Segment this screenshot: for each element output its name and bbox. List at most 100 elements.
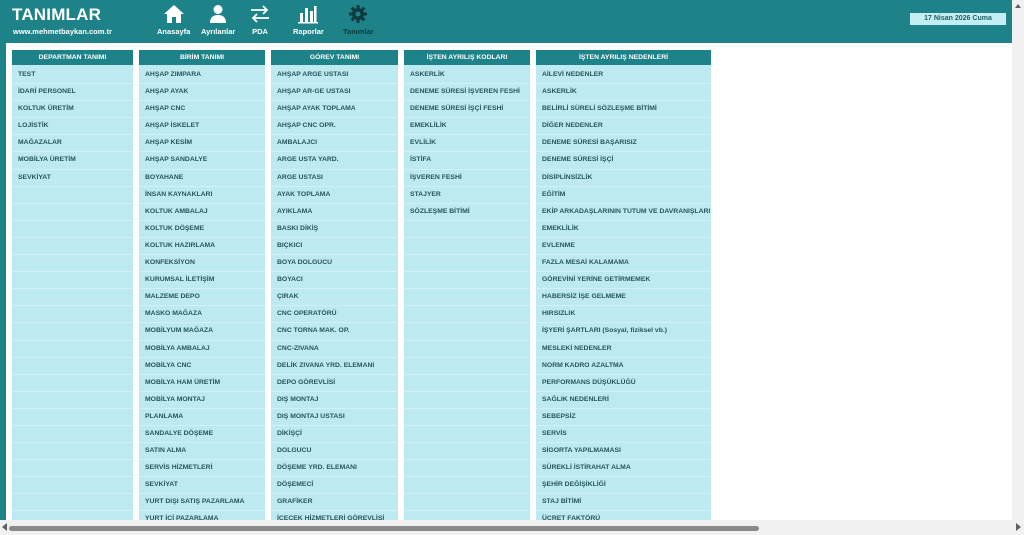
list-item[interactable]: DÖŞEME YRD. ELEMANI [271, 460, 398, 478]
empty-cell[interactable] [12, 306, 133, 324]
list-item[interactable]: BIÇKICI [271, 238, 398, 256]
nav-pda[interactable]: PDA [249, 4, 271, 40]
scroll-up-arrow-icon[interactable] [1015, 2, 1021, 18]
list-item[interactable]: STAJYER [404, 187, 530, 204]
list-item[interactable]: MASKO MAĞAZA [139, 306, 265, 324]
list-item[interactable]: KOLTUK HAZIRLAMA [139, 238, 265, 256]
empty-cell[interactable] [404, 511, 530, 520]
nav-anasayfa[interactable]: Anasayfa [157, 4, 190, 40]
empty-cell[interactable] [404, 392, 530, 409]
list-item[interactable]: AHŞAP İSKELET [139, 118, 265, 136]
list-item[interactable]: CNC OPERATÖRÜ [271, 306, 398, 324]
list-item[interactable]: EĞİTİM [536, 187, 711, 204]
list-item[interactable]: EKİP ARKADAŞLARININ TUTUM VE DAVRANIŞLAR… [536, 204, 711, 221]
list-item[interactable]: MOBİLYA AMBALAJ [139, 341, 265, 358]
list-item[interactable]: İÇECEK HİZMETLERİ GÖREVLİSİ [271, 511, 398, 520]
list-item[interactable]: SEVKİYAT [12, 170, 133, 187]
list-item[interactable]: TEST [12, 67, 133, 85]
empty-cell[interactable] [404, 289, 530, 307]
list-item[interactable]: DEPO GÖREVLİSİ [271, 375, 398, 392]
list-item[interactable]: BOYACI [271, 272, 398, 290]
list-item[interactable]: İŞYERİ ŞARTLARI (Sosyal, fiziksel vb.) [536, 323, 711, 341]
list-item[interactable]: MALZEME DEPO [139, 289, 265, 307]
scroll-right-arrow-icon[interactable] [1016, 523, 1021, 531]
empty-cell[interactable] [404, 426, 530, 444]
list-item[interactable]: BASKI DİKİŞ [271, 221, 398, 238]
empty-cell[interactable] [404, 221, 530, 238]
empty-cell[interactable] [12, 409, 133, 426]
list-item[interactable]: DELİK ZIVANA YRD. ELEMANI [271, 358, 398, 375]
empty-cell[interactable] [12, 272, 133, 290]
empty-cell[interactable] [12, 255, 133, 273]
list-item[interactable]: KOLTUK ÜRETİM [12, 101, 133, 119]
list-item[interactable]: SÜREKLİ İSTİRAHAT ALMA [536, 460, 711, 478]
empty-cell[interactable] [12, 204, 133, 221]
empty-cell[interactable] [12, 341, 133, 358]
nav-raporlar[interactable]: Raporlar [293, 4, 324, 40]
list-item[interactable]: BELİRLİ SÜRELİ SÖZLEŞME BİTİMİ [536, 101, 711, 119]
empty-cell[interactable] [404, 409, 530, 426]
empty-cell[interactable] [404, 306, 530, 324]
empty-cell[interactable] [12, 426, 133, 444]
list-item[interactable]: AHŞAP AR-GE USTASI [271, 84, 398, 102]
empty-cell[interactable] [404, 238, 530, 256]
list-item[interactable]: KOLTUK DÖŞEME [139, 221, 265, 238]
list-item[interactable]: ŞEHİR DEĞİŞİKLİĞİ [536, 477, 711, 495]
list-item[interactable]: SEBEPSİZ [536, 409, 711, 426]
list-item[interactable]: AHŞAP SANDALYE [139, 152, 265, 170]
list-item[interactable]: SATIN ALMA [139, 443, 265, 461]
list-item[interactable]: AHŞAP KESİM [139, 135, 265, 153]
list-item[interactable]: GÖREVİNİ YERİNE GETİRMEMEK [536, 272, 711, 290]
empty-cell[interactable] [12, 238, 133, 256]
list-item[interactable]: KOLTUK AMBALAJ [139, 204, 265, 221]
nav-ayrilanlar[interactable]: Ayrılanlar [201, 4, 235, 40]
list-item[interactable]: MOBİLYA HAM ÜRETİM [139, 375, 265, 392]
list-item[interactable]: AİLEVİ NEDENLER [536, 67, 711, 85]
empty-cell[interactable] [404, 494, 530, 512]
list-item[interactable]: EVLENME [536, 238, 711, 256]
empty-cell[interactable] [404, 323, 530, 341]
list-item[interactable]: ARGE USTA YARD. [271, 152, 398, 170]
list-item[interactable]: DOLGUCU [271, 443, 398, 461]
list-item[interactable]: ASKERLİK [404, 67, 530, 85]
list-item[interactable]: BOYAHANE [139, 170, 265, 187]
list-item[interactable]: ÜCRET FAKTÖRÜ [536, 511, 711, 520]
empty-cell[interactable] [12, 494, 133, 512]
list-item[interactable]: EMEKLİLİK [404, 118, 530, 136]
empty-cell[interactable] [12, 187, 133, 204]
list-item[interactable]: AHŞAP AYAK TOPLAMA [271, 101, 398, 119]
list-item[interactable]: AYIKLAMA [271, 204, 398, 221]
list-item[interactable]: DENEME SÜRESİ BAŞARISIZ [536, 135, 711, 153]
list-item[interactable]: AYAK TOPLAMA [271, 187, 398, 204]
list-item[interactable]: SANDALYE DÖŞEME [139, 426, 265, 444]
empty-cell[interactable] [12, 221, 133, 238]
list-item[interactable]: İNSAN KAYNAKLARI [139, 187, 265, 204]
list-item[interactable]: AHŞAP CNC [139, 101, 265, 119]
nav-tanimlar[interactable]: Tanımlar [343, 4, 374, 40]
list-item[interactable]: ÇIRAK [271, 289, 398, 307]
list-item[interactable]: FAZLA MESAİ KALAMAMA [536, 255, 711, 273]
list-item[interactable]: YURT İÇİ PAZARLAMA [139, 511, 265, 520]
list-item[interactable]: HABERSİZ İŞE GELMEME [536, 289, 711, 307]
list-item[interactable]: İDARİ PERSONEL [12, 84, 133, 102]
list-item[interactable]: MESLEKİ NEDENLER [536, 341, 711, 358]
list-item[interactable]: İSTİFA [404, 152, 530, 170]
empty-cell[interactable] [12, 323, 133, 341]
list-item[interactable]: SERVİS HİZMETLERİ [139, 460, 265, 478]
list-item[interactable]: AHŞAP AYAK [139, 84, 265, 102]
horizontal-scrollbar[interactable] [0, 520, 1024, 535]
list-item[interactable]: İŞVEREN FESHİ [404, 170, 530, 187]
list-item[interactable]: SAĞLIK NEDENLERİ [536, 392, 711, 409]
list-item[interactable]: GRAFİKER [271, 494, 398, 512]
empty-cell[interactable] [404, 272, 530, 290]
empty-cell[interactable] [404, 375, 530, 392]
list-item[interactable]: DİKİŞÇİ [271, 426, 398, 444]
list-item[interactable]: BOYA DOLGUCU [271, 255, 398, 273]
list-item[interactable]: DİSİPLİNSİZLİK [536, 170, 711, 187]
empty-cell[interactable] [12, 375, 133, 392]
list-item[interactable]: EVLİLİK [404, 135, 530, 153]
empty-cell[interactable] [404, 460, 530, 478]
list-item[interactable]: MOBİLYUM MAĞAZA [139, 323, 265, 341]
list-item[interactable]: DIŞ MONTAJ [271, 392, 398, 409]
list-item[interactable]: HIRSIZLIK [536, 306, 711, 324]
